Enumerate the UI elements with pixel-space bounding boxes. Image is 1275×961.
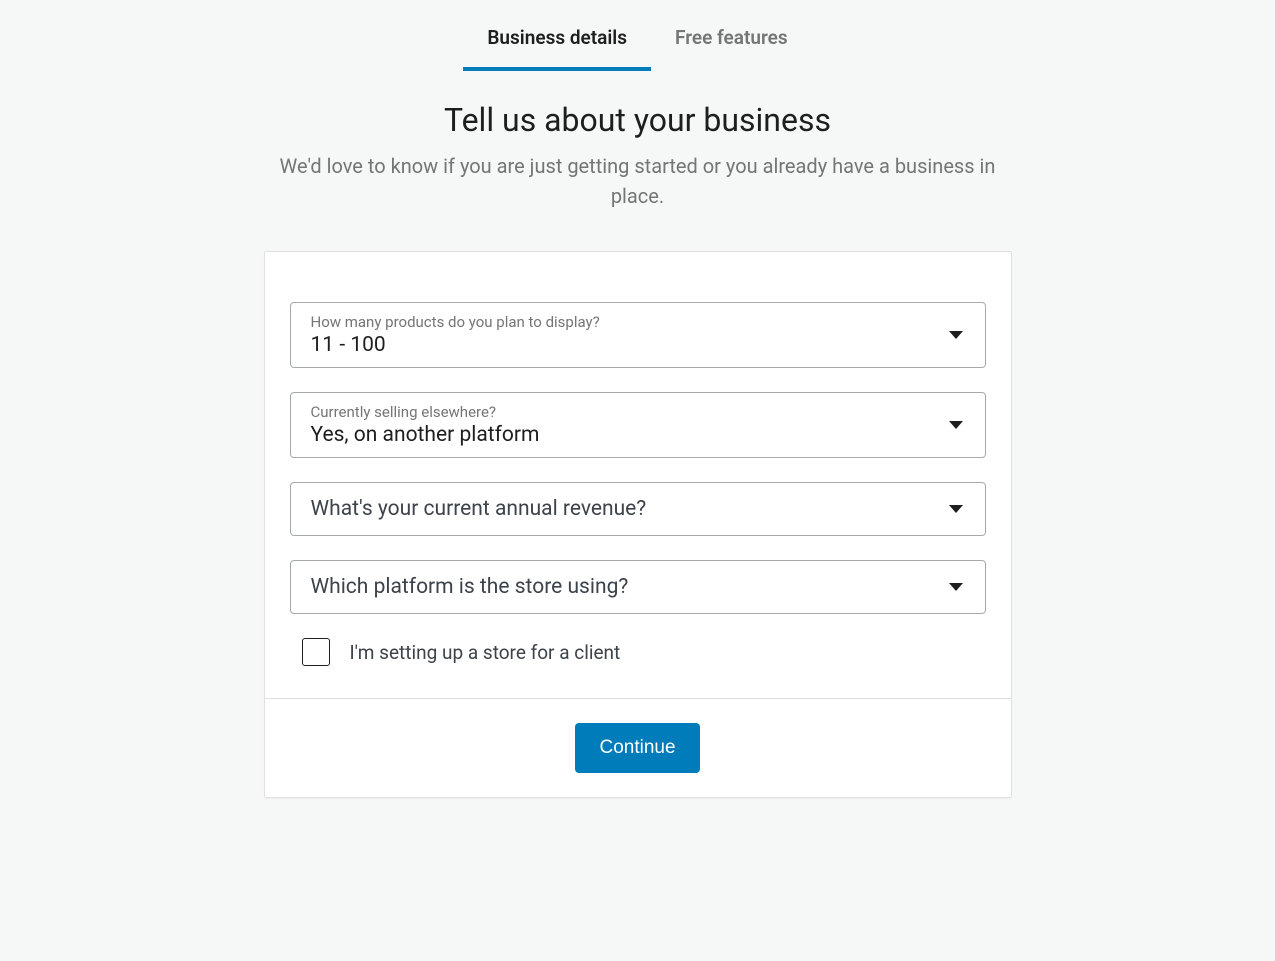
tab-business-details[interactable]: Business details	[463, 18, 651, 71]
form-card: How many products do you plan to display…	[264, 251, 1012, 798]
client-checkbox-label: I'm setting up a store for a client	[350, 641, 621, 664]
client-checkbox-row: I'm setting up a store for a client	[290, 614, 986, 670]
elsewhere-select[interactable]: Currently selling elsewhere? Yes, on ano…	[290, 392, 986, 458]
elsewhere-value: Yes, on another platform	[311, 423, 935, 447]
tab-label: Free features	[675, 26, 788, 49]
products-value: 11 - 100	[311, 333, 935, 357]
tab-label: Business details	[487, 26, 627, 49]
revenue-placeholder: What's your current annual revenue?	[311, 497, 935, 521]
continue-button[interactable]: Continue	[575, 723, 699, 773]
revenue-select[interactable]: What's your current annual revenue?	[290, 482, 986, 536]
tabs-nav: Business details Free features	[463, 18, 811, 71]
chevron-down-icon	[949, 421, 963, 429]
form-body: How many products do you plan to display…	[265, 252, 1011, 698]
page-subtitle: We'd love to know if you are just gettin…	[258, 151, 1018, 211]
tab-free-features[interactable]: Free features	[651, 18, 812, 71]
form-footer: Continue	[265, 698, 1011, 797]
chevron-down-icon	[949, 505, 963, 513]
products-select[interactable]: How many products do you plan to display…	[290, 302, 986, 368]
products-label: How many products do you plan to display…	[311, 313, 935, 331]
elsewhere-label: Currently selling elsewhere?	[311, 403, 935, 421]
page-header: Tell us about your business We'd love to…	[258, 101, 1018, 211]
chevron-down-icon	[949, 331, 963, 339]
platform-placeholder: Which platform is the store using?	[311, 575, 935, 599]
page-title: Tell us about your business	[258, 101, 1018, 139]
client-checkbox[interactable]	[302, 638, 330, 666]
chevron-down-icon	[949, 583, 963, 591]
platform-select[interactable]: Which platform is the store using?	[290, 560, 986, 614]
